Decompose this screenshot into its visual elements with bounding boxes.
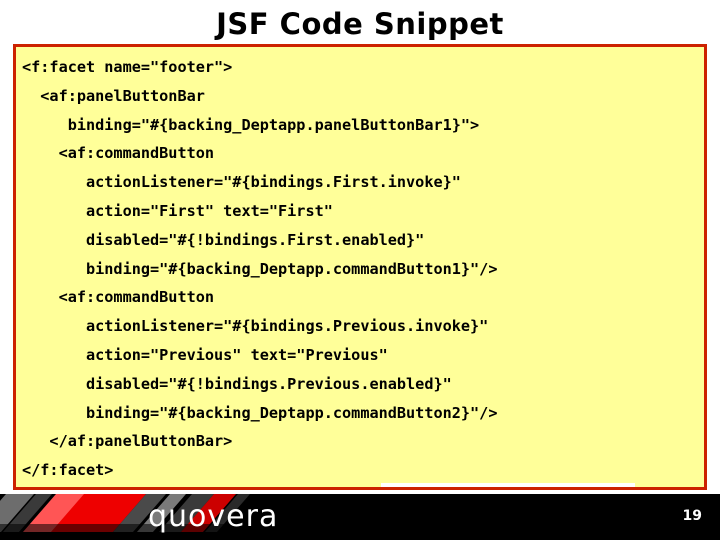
rendered-button-bar-preview: First Previous	[381, 483, 635, 487]
code-line: </af:panelButtonBar>	[22, 432, 233, 451]
code-line: binding="#{backing_Deptapp.commandButton…	[22, 259, 498, 278]
code-snippet-panel: <f:facet name="footer"> <af:panelButtonB…	[13, 44, 707, 490]
code-line: binding="#{backing_Deptapp.commandButton…	[22, 403, 498, 422]
page-number: 19	[682, 508, 702, 524]
quovera-logo-text: quovera	[148, 499, 279, 534]
code-line: <af:commandButton	[22, 144, 215, 163]
code-listing: <f:facet name="footer"> <af:panelButtonB…	[22, 53, 704, 485]
code-line: </f:facet>	[22, 461, 114, 480]
code-line: <af:commandButton	[22, 288, 215, 307]
page-title: JSF Code Snippet	[216, 7, 504, 41]
code-line: disabled="#{!bindings.Previous.enabled}"	[22, 374, 452, 393]
code-line: action="First" text="First"	[22, 201, 333, 220]
code-line: <f:facet name="footer">	[22, 58, 233, 76]
code-line: <af:panelButtonBar	[22, 86, 205, 105]
code-line: binding="#{backing_Deptapp.panelButtonBa…	[22, 115, 480, 134]
code-line: actionListener="#{bindings.First.invoke}…	[22, 173, 461, 192]
code-line: action="Previous" text="Previous"	[22, 345, 388, 364]
code-line: disabled="#{!bindings.First.enabled}"	[22, 230, 425, 249]
code-line: actionListener="#{bindings.Previous.invo…	[22, 317, 489, 336]
footer-bar: quovera 19	[0, 494, 720, 540]
